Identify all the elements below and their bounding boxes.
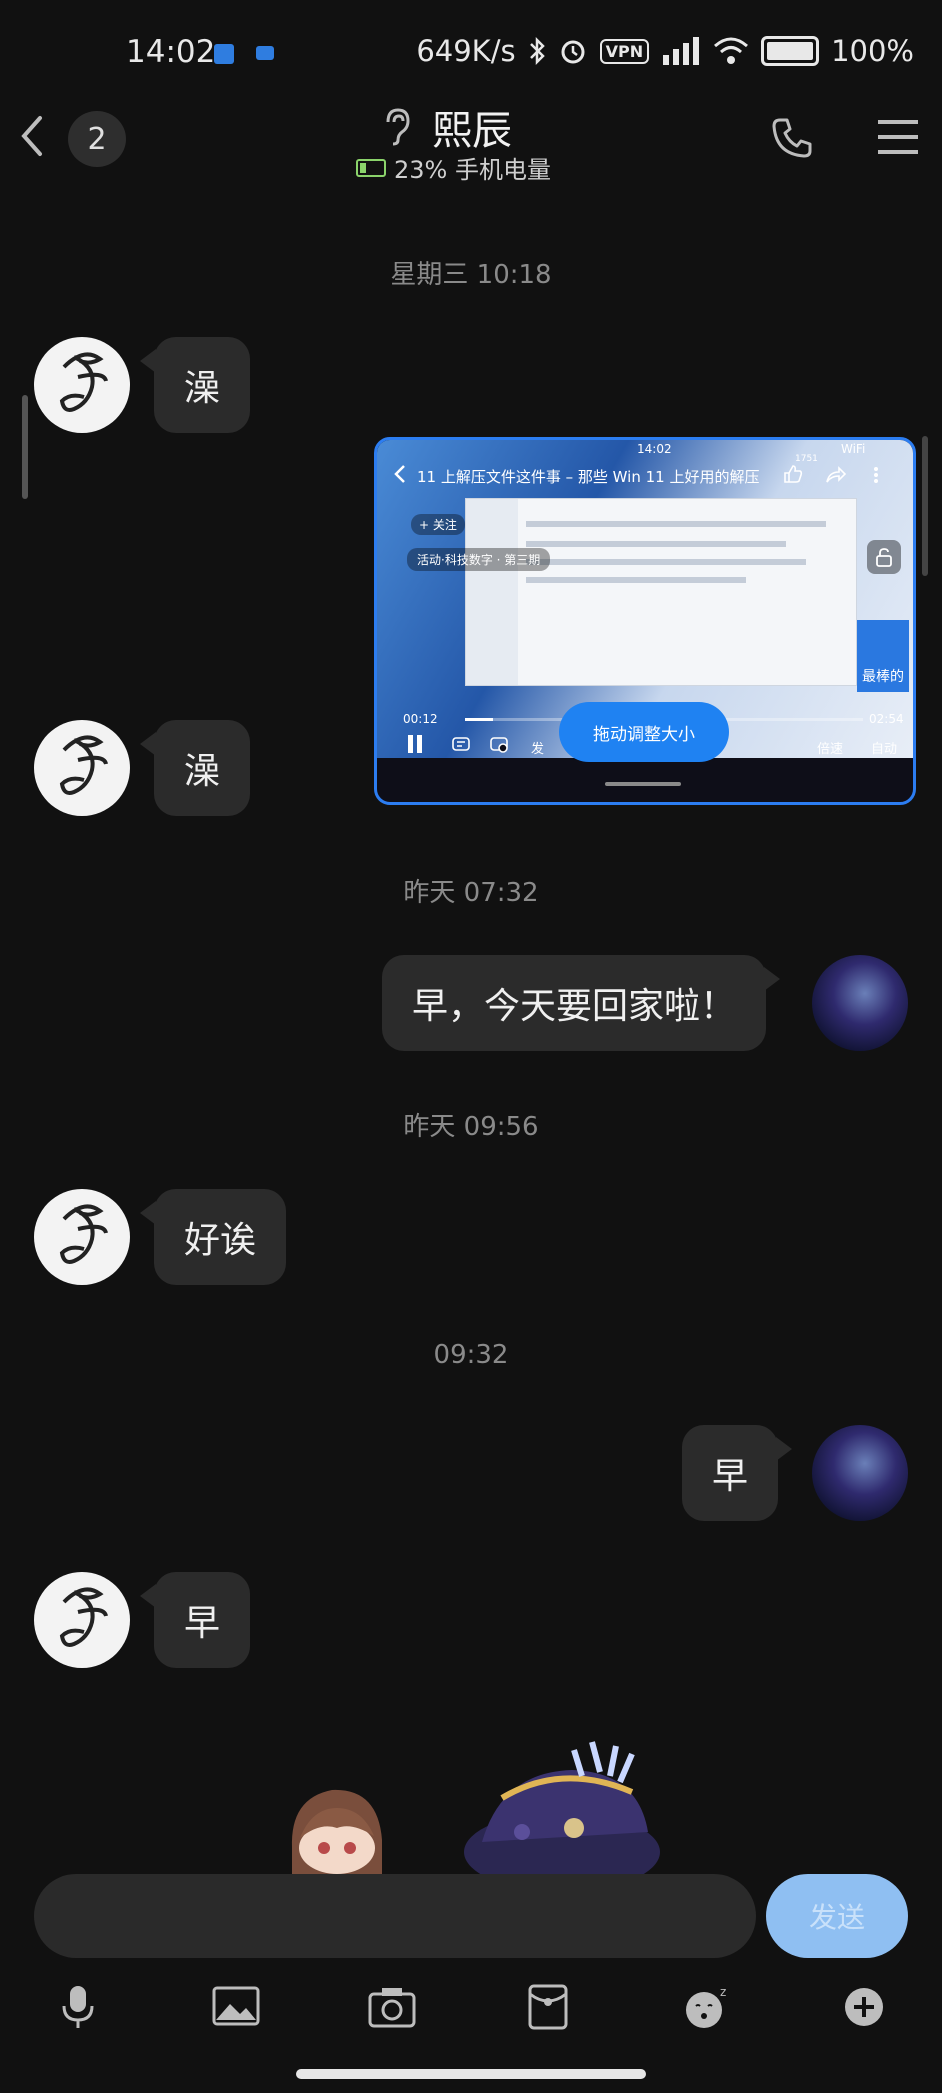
contact-avatar-sketch — [59, 735, 108, 795]
svg-text:z: z — [720, 1985, 726, 1999]
video-danmaku-settings-icon[interactable] — [489, 734, 509, 754]
red-packet-icon[interactable] — [522, 1984, 574, 2030]
avatar[interactable] — [34, 337, 130, 433]
video-like-count: 1751 — [795, 454, 818, 464]
message-bubble[interactable]: 好诶 — [139, 1189, 287, 1285]
video-quality-button[interactable]: 自动 — [871, 738, 897, 757]
signal-icon — [663, 37, 700, 65]
back-arrow-icon[interactable] — [14, 112, 50, 160]
video-duration: 02:54 — [869, 712, 904, 726]
video-status-time: 14:02 — [637, 442, 672, 456]
unread-count-badge[interactable]: 2 — [68, 111, 126, 167]
mic-icon[interactable] — [52, 1984, 104, 2030]
alarm-icon — [561, 40, 585, 64]
battery-percent: 100% — [831, 34, 914, 68]
battery-icon — [761, 36, 820, 66]
video-progress-fill — [465, 718, 493, 721]
video-title: 11 上解压文件这件事 – 那些 Win 11 上好用的解压 — [417, 468, 760, 486]
device-battery-icon — [356, 158, 386, 177]
boy-peek-sticker[interactable] — [282, 1778, 392, 1874]
message-text: 早，今天要回家啦！ — [412, 986, 737, 1027]
message-text: 好诶 — [184, 1220, 257, 1261]
home-indicator[interactable] — [296, 2069, 646, 2079]
message-input[interactable] — [34, 1874, 756, 1958]
video-back-icon[interactable] — [393, 464, 407, 484]
video-share-icon[interactable] — [825, 466, 847, 484]
device-battery-text: 23% 手机电量 — [394, 156, 551, 184]
video-danmaku-icon[interactable] — [451, 734, 471, 754]
hat-peek-sticker[interactable] — [442, 1732, 682, 1874]
message-bubble[interactable]: 澡 — [139, 337, 251, 433]
phone-call-icon[interactable] — [772, 116, 812, 158]
contact-name: 熙辰 — [432, 108, 512, 154]
video-follow-button[interactable]: + 关注 — [411, 514, 465, 535]
avatar[interactable] — [812, 955, 908, 1051]
camera-icon[interactable] — [366, 1984, 418, 2030]
timestamp: 昨天 07:32 — [403, 878, 539, 908]
net-speed: 649K/s — [416, 34, 516, 68]
avatar[interactable] — [34, 720, 130, 816]
earpiece-mode-icon[interactable] — [380, 106, 414, 146]
status-right: 649K/s VPN 100% — [416, 34, 914, 68]
plus-icon[interactable] — [838, 1984, 890, 2030]
send-button[interactable]: 发送 — [766, 1874, 908, 1958]
left-scroll-indicator — [22, 395, 28, 499]
video-status-wifi: WiFi — [841, 442, 866, 456]
status-bar: 14:02 649K/s VPN 100% — [0, 0, 942, 100]
video-side-banner-text: 最棒的 — [862, 669, 904, 685]
avatar[interactable] — [34, 1572, 130, 1668]
emoji-icon[interactable]: z — [680, 1984, 732, 2030]
message-text: 早 — [712, 1456, 749, 1497]
video-window-drag-handle[interactable] — [605, 782, 681, 786]
video-event-tag[interactable]: 活动·科技数字 · 第三期 — [407, 548, 551, 571]
menu-icon[interactable] — [876, 116, 920, 158]
avatar[interactable] — [34, 1189, 130, 1285]
video-speed-button[interactable]: 倍速 — [817, 738, 843, 757]
status-time: 14:02 — [126, 34, 216, 70]
timestamp: 星期三 10:18 — [390, 260, 552, 290]
message-bubble[interactable]: 早 — [139, 1572, 251, 1668]
contact-avatar-sketch — [59, 1587, 108, 1647]
message-text: 早 — [184, 1603, 221, 1644]
video-lock-icon[interactable] — [867, 540, 901, 574]
contact-avatar-sketch — [59, 1204, 108, 1264]
device-battery-status: 23% 手机电量 — [356, 150, 551, 185]
message-text: 澡 — [184, 368, 221, 409]
timestamp: 09:32 — [433, 1340, 509, 1370]
video-more-icon[interactable] — [873, 466, 879, 484]
image-icon[interactable] — [210, 1984, 262, 2030]
right-scroll-indicator[interactable] — [922, 436, 928, 576]
video-pause-icon[interactable] — [407, 734, 423, 754]
video-call-notification-icon — [256, 46, 274, 60]
video-send-danmaku[interactable]: 发 — [531, 738, 544, 757]
floating-video-window[interactable]: 14:02 WiFi 11 上解压文件这件事 – 那些 Win 11 上好用的解… — [374, 437, 916, 805]
message-bubble[interactable]: 澡 — [139, 720, 251, 816]
message-text: 澡 — [184, 751, 221, 792]
wifi-icon — [714, 37, 749, 64]
explorer-window-preview — [465, 498, 857, 686]
video-like-icon[interactable] — [783, 464, 803, 484]
message-bubble[interactable]: 早 — [682, 1425, 793, 1521]
bluetooth-icon — [529, 36, 545, 66]
app-notification-icon — [214, 44, 234, 64]
contact-avatar-sketch — [59, 352, 108, 412]
resize-hint-button[interactable]: 拖动调整大小 — [559, 702, 729, 762]
timestamp: 昨天 09:56 — [403, 1112, 539, 1142]
video-current-time: 00:12 — [403, 712, 438, 726]
avatar[interactable] — [812, 1425, 908, 1521]
video-side-banner[interactable]: 最棒的 — [857, 620, 909, 692]
message-bubble[interactable]: 早，今天要回家啦！ — [382, 955, 781, 1051]
vpn-badge: VPN — [599, 38, 650, 64]
